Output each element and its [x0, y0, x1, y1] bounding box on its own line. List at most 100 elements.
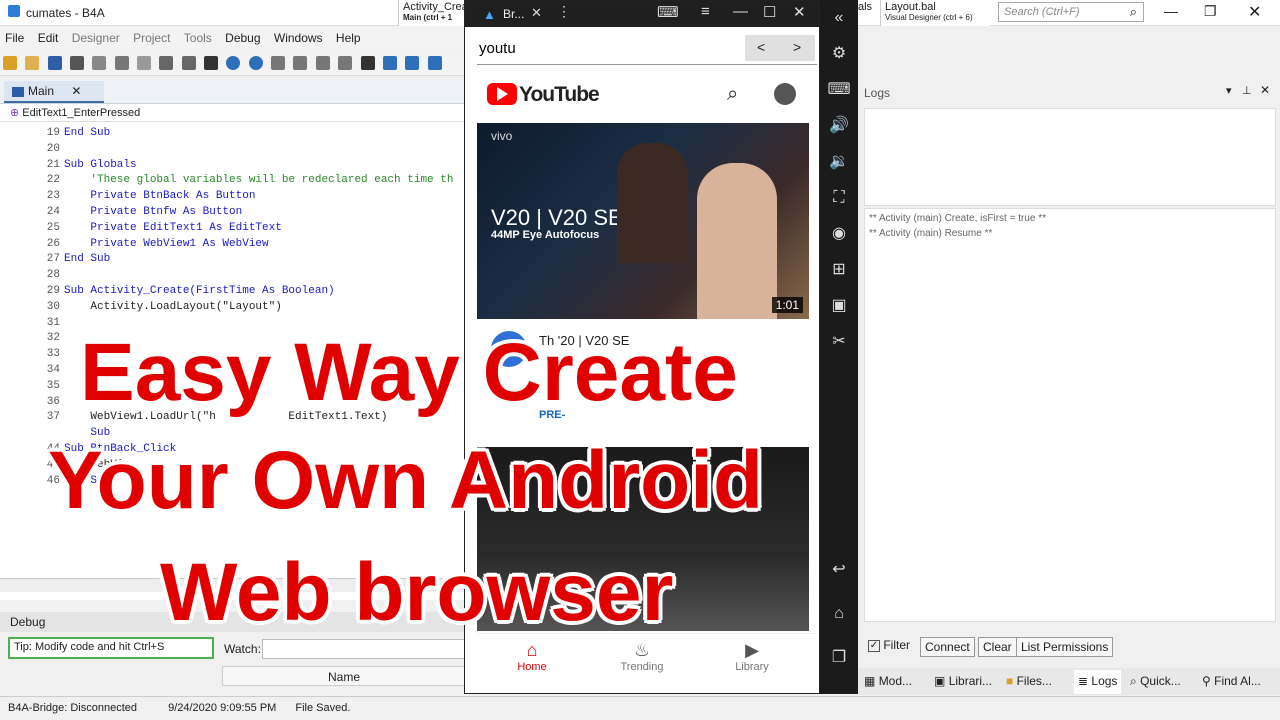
code-line[interactable]: 23 Private BtnBack As Button [0, 189, 470, 205]
menu-windows[interactable]: Windows [269, 27, 328, 49]
code-line[interactable]: 22 'These global variables will be redec… [0, 173, 470, 189]
more-vertical-icon[interactable]: ⋮ [557, 3, 571, 20]
import-icon[interactable]: ⊞ [820, 252, 858, 288]
menu-edit[interactable]: Edit [33, 27, 64, 49]
debug-tip-field[interactable]: Tip: Modify code and hit Ctrl+S [8, 637, 214, 659]
search-icon[interactable]: ⌕ [727, 83, 738, 106]
tab-close-icon[interactable]: ✕ [71, 84, 81, 98]
volume-down-icon[interactable]: 🔉 [820, 144, 858, 180]
indent-icon[interactable] [271, 56, 286, 70]
restore-icon[interactable]: ❐ [1204, 3, 1217, 20]
filter-checkbox[interactable]: ✓ Filter [868, 638, 910, 652]
search-box[interactable]: Search (Ctrl+F) ⌕ [998, 2, 1144, 22]
nav-home[interactable]: ⌂ Home [497, 640, 567, 673]
back-nav-icon[interactable] [226, 56, 241, 70]
code-line[interactable]: 27 End Sub [0, 252, 470, 268]
name-column-header[interactable]: Name [222, 666, 466, 686]
log-output[interactable]: ** Activity (main) Create, isFirst = tru… [864, 208, 1276, 622]
back-button[interactable]: < [757, 39, 765, 55]
tab-layout-designer[interactable]: Layout.bal Visual Designer (ctrl + 6) [880, 0, 990, 26]
back-icon[interactable]: ↩ [820, 552, 858, 588]
tab-quick-search[interactable]: ⌕ Quick... [1130, 674, 1181, 689]
save-all-icon[interactable] [70, 56, 85, 70]
tab-activity-create[interactable]: Activity_Crea Main (ctrl + 1 [398, 0, 468, 26]
menu-icon[interactable]: ≡ [701, 3, 710, 20]
code-line[interactable]: 25 Private EditText1 As EditText [0, 221, 470, 237]
menu-designer[interactable]: Designer [67, 27, 125, 49]
clear-button[interactable]: Clear [978, 637, 1017, 657]
minimize-icon[interactable]: — [1164, 3, 1178, 19]
url-input[interactable] [477, 33, 743, 63]
redo-icon[interactable] [181, 56, 196, 70]
menu-debug[interactable]: Debug [220, 27, 265, 49]
maximize-icon[interactable]: ☐ [763, 3, 776, 21]
nav-trending[interactable]: ♨ Trending [607, 640, 677, 673]
open-folder-icon[interactable] [25, 56, 40, 70]
code-line[interactable]: 19 End Sub [0, 126, 470, 142]
code-line[interactable]: 28 [0, 268, 470, 284]
code-line[interactable]: 20 [0, 142, 470, 158]
close-icon[interactable]: ✕ [1260, 83, 1270, 97]
breadcrumb[interactable]: ⊕ EditText1_EnterPressed [0, 104, 470, 122]
close-icon[interactable]: ✕ [1248, 2, 1261, 22]
save-icon[interactable] [47, 56, 62, 70]
keyboard-icon[interactable]: ⌨ [820, 72, 858, 108]
paste-icon[interactable] [137, 56, 152, 70]
log-filter-area[interactable] [864, 108, 1276, 206]
forward-nav-icon[interactable] [248, 56, 263, 70]
video-thumbnail[interactable]: vivo V20 | V20 SE 44MP Eye Autofocus 1:0… [477, 123, 809, 319]
step-out-icon[interactable] [427, 56, 442, 70]
tab-partial[interactable]: als [858, 0, 880, 26]
cut-icon[interactable]: ✂ [820, 324, 858, 360]
step-over-icon[interactable] [405, 56, 420, 70]
connect-button[interactable]: Connect [920, 637, 975, 657]
home-icon[interactable]: ⌂ [820, 596, 858, 632]
new-file-icon[interactable] [3, 56, 17, 70]
nav-library[interactable]: ▶ Library [717, 640, 787, 673]
bookmark-icon[interactable] [204, 56, 219, 70]
record-icon[interactable]: ◉ [820, 216, 858, 252]
account-icon[interactable] [774, 83, 796, 105]
menu-tools[interactable]: Tools [179, 27, 217, 49]
settings-icon[interactable]: ⚙ [820, 36, 858, 72]
uncomment-icon[interactable] [338, 56, 353, 70]
apk-icon[interactable]: ▣ [820, 288, 858, 324]
collapse-icon[interactable]: « [820, 0, 858, 36]
code-line[interactable]: 26 Private WebView1 As WebView [0, 237, 470, 253]
menu-project[interactable]: Project [128, 27, 175, 49]
recents-icon[interactable]: ❐ [820, 640, 858, 676]
search-icon[interactable]: ⌕ [1130, 4, 1137, 20]
tab-files[interactable]: ■ Files... [1006, 674, 1052, 688]
bridge-status: B4A-Bridge: Disconnected [8, 702, 138, 714]
code-line[interactable]: 29 Sub Activity_Create(FirstTime As Boole… [0, 284, 470, 300]
code-line[interactable]: 21 Sub Globals [0, 158, 470, 174]
watch-input[interactable] [262, 639, 466, 659]
step-icon[interactable] [382, 56, 397, 70]
code-line[interactable]: 30 Activity.LoadLayout("Layout") [0, 300, 470, 316]
menu-file[interactable]: File [0, 27, 29, 49]
list-permissions-button[interactable]: List Permissions [1016, 637, 1114, 657]
volume-up-icon[interactable]: 🔊 [820, 108, 858, 144]
gamepad-icon[interactable]: ⌨ [657, 3, 679, 21]
minimize-icon[interactable]: — [733, 3, 748, 20]
screenshot-icon[interactable]: ⛶ [820, 180, 858, 216]
cut-icon[interactable] [114, 56, 129, 70]
run-icon[interactable] [360, 56, 375, 70]
forward-button[interactable]: > [793, 39, 801, 55]
tab-find-all[interactable]: ⚲ Find Al... [1202, 674, 1261, 688]
undo-icon[interactable] [159, 56, 174, 70]
tab-libraries[interactable]: ▣ Librari... [934, 674, 992, 688]
pin-icon[interactable]: ⊥ [1242, 84, 1252, 97]
tab-main[interactable]: Main ✕ [4, 81, 104, 103]
outdent-icon[interactable] [293, 56, 308, 70]
close-icon[interactable]: ✕ [793, 3, 806, 21]
youtube-wordmark[interactable]: YouTube [519, 83, 600, 107]
copy-icon[interactable] [92, 56, 107, 70]
tab-logs[interactable]: ≣ Logs [1074, 670, 1122, 694]
comment-icon[interactable] [315, 56, 330, 70]
menu-help[interactable]: Help [331, 27, 366, 49]
dropdown-icon[interactable]: ▾ [1226, 84, 1232, 97]
tab-modules[interactable]: ▦ Mod... [864, 674, 912, 688]
code-line[interactable]: 24 Private Btnfw As Button [0, 205, 470, 221]
tab-close-icon[interactable]: ✕ [531, 5, 542, 21]
